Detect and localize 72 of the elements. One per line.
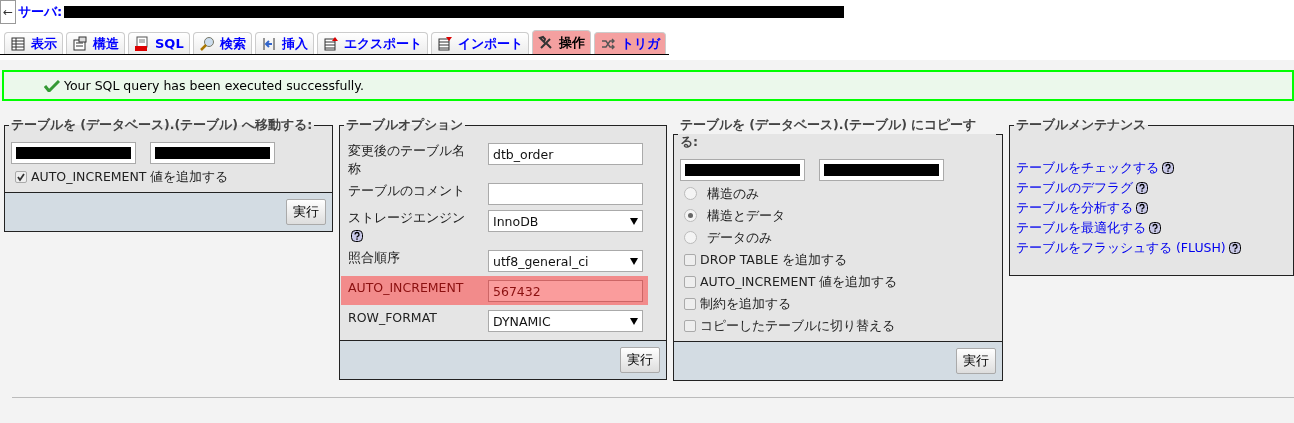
checkbox-label: AUTO_INCREMENT 値を追加する: [31, 169, 229, 184]
dropdown[interactable]: DYNAMIC: [488, 310, 643, 332]
tab[interactable]: インポート: [430, 32, 529, 54]
dropdown[interactable]: InnoDB: [488, 210, 643, 232]
insert-row-icon: [260, 35, 277, 52]
tools-icon: [537, 34, 554, 51]
tab[interactable]: トリガ: [593, 32, 666, 54]
input-field[interactable]: [680, 159, 805, 181]
tab[interactable]: 操作: [531, 30, 591, 54]
checkbox[interactable]: [684, 254, 696, 266]
checkbox[interactable]: [684, 276, 696, 288]
checkbox[interactable]: [15, 171, 27, 183]
tab[interactable]: 表示: [4, 32, 63, 54]
table-import-icon: [436, 35, 453, 52]
field-label: ストレージエンジン: [348, 210, 465, 225]
help-icon[interactable]: [351, 230, 363, 242]
input-field[interactable]: 567432: [488, 280, 643, 302]
sql-document-icon: [134, 35, 150, 52]
tab[interactable]: 検索: [192, 32, 252, 54]
success-message: Your SQL query has been executed successfully.: [2, 70, 1294, 101]
help-icon[interactable]: [1162, 162, 1174, 174]
caret-icon: [630, 257, 638, 265]
tab[interactable]: 挿入: [254, 32, 314, 54]
maintenance-link[interactable]: テーブルをチェックする: [1016, 160, 1159, 175]
field-label: 変更後のテーブル名称: [348, 143, 465, 176]
structure-icon: [72, 35, 88, 52]
run-button[interactable]: 実行: [620, 347, 660, 373]
table-export-icon: [322, 35, 339, 52]
field-label: ROW_FORMAT: [348, 310, 437, 325]
checkbox-label: AUTO_INCREMENT 値を追加する: [700, 274, 898, 289]
panel-legend: テーブルメンテナンス: [1014, 117, 1148, 134]
field-label: テーブルのコメント: [348, 183, 465, 198]
checkbox-label: 制約を追加する: [700, 296, 791, 311]
back-button[interactable]: ←: [0, 0, 16, 24]
tab[interactable]: 構造: [66, 32, 125, 54]
maintenance-link[interactable]: テーブルを最適化する: [1016, 220, 1146, 235]
field-label: 照合順序: [348, 250, 400, 265]
table-icon: [10, 35, 26, 52]
input-field[interactable]: [488, 183, 643, 205]
run-button[interactable]: 実行: [286, 199, 326, 225]
field-label: AUTO_INCREMENT: [348, 280, 464, 295]
checkbox[interactable]: [684, 298, 696, 310]
input-field[interactable]: [11, 142, 136, 164]
server-link[interactable]: サーバ:: [18, 3, 63, 21]
maintenance-link[interactable]: テーブルのデフラグ: [1016, 180, 1133, 195]
help-icon[interactable]: [1149, 222, 1161, 234]
radio-label: 構造のみ: [707, 186, 759, 201]
radio-button[interactable]: [684, 187, 697, 200]
caret-icon: [630, 217, 638, 225]
checkbox-label: コピーしたテーブルに切り替える: [700, 318, 895, 333]
radio-label: 構造とデータ: [707, 208, 785, 223]
tab[interactable]: エクスポート: [316, 32, 428, 54]
checkbox-label: DROP TABLE を追加する: [700, 252, 848, 267]
checkbox[interactable]: [684, 320, 696, 332]
checkmark-icon: [44, 79, 60, 92]
caret-icon: [630, 317, 638, 325]
radio-label: データのみ: [707, 230, 772, 245]
input-field[interactable]: [150, 142, 275, 164]
dropdown[interactable]: utf8_general_ci: [488, 250, 643, 272]
tab[interactable]: SQL: [128, 32, 190, 54]
radio-button[interactable]: [684, 231, 697, 244]
radio-button[interactable]: [684, 209, 697, 222]
search-icon: [198, 35, 215, 52]
help-icon[interactable]: [1136, 182, 1148, 194]
panel-legend: テーブルオプション: [344, 117, 465, 134]
help-icon[interactable]: [1136, 202, 1148, 214]
maintenance-link[interactable]: テーブルをフラッシュする (FLUSH): [1016, 240, 1226, 255]
maintenance-link[interactable]: テーブルを分析する: [1016, 200, 1133, 215]
input-field[interactable]: dtb_order: [488, 143, 643, 165]
input-field[interactable]: [819, 159, 944, 181]
run-button[interactable]: 実行: [956, 348, 996, 374]
help-icon[interactable]: [1228, 242, 1241, 254]
